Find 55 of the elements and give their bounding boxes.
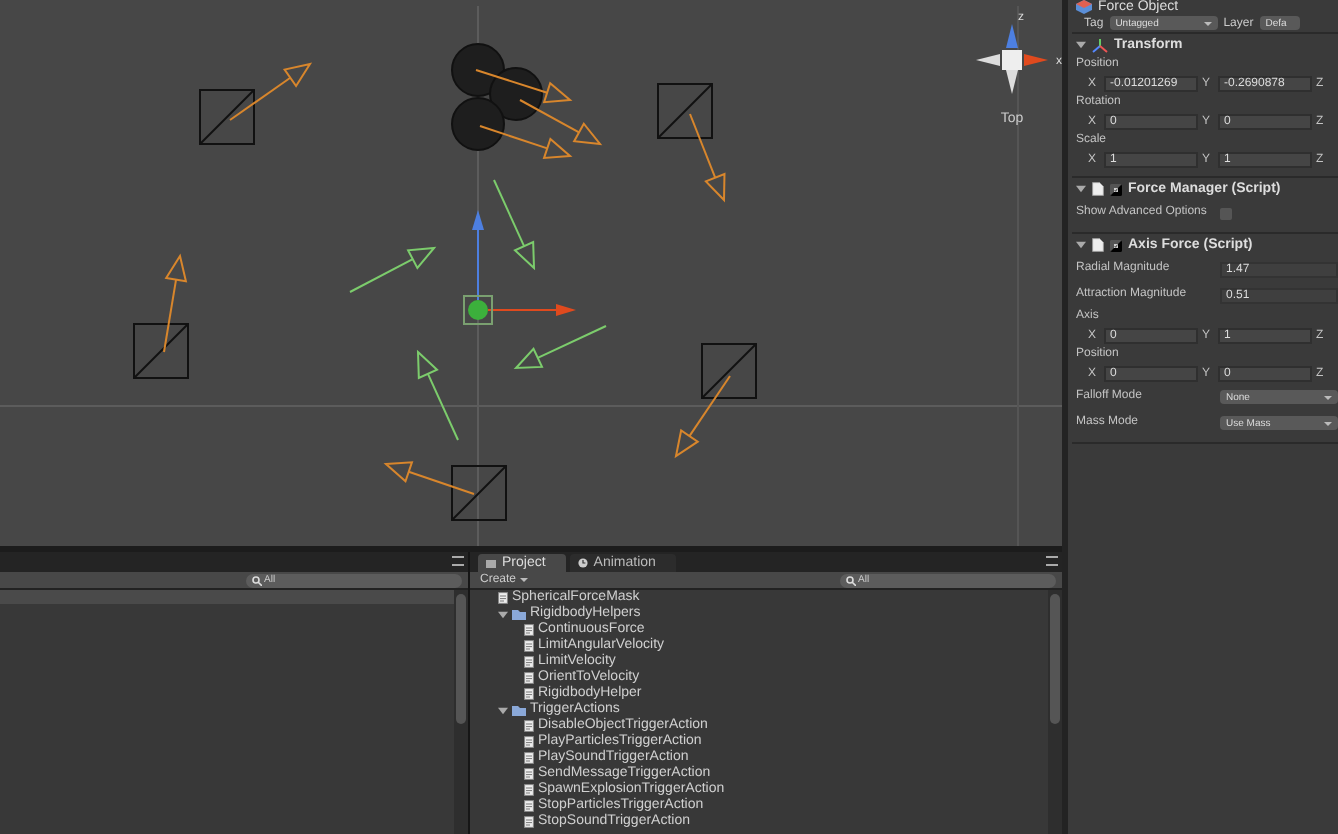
checkbox[interactable] <box>1220 207 1232 219</box>
search-icon <box>252 575 262 585</box>
force-arrow <box>416 349 459 441</box>
foldout-arrow-icon[interactable] <box>498 609 508 619</box>
cube-icon <box>1076 0 1092 14</box>
script-file-icon <box>524 816 534 828</box>
foldout-arrow-icon[interactable] <box>1076 184 1086 194</box>
sphere-cluster[interactable] <box>451 43 543 151</box>
search-icon <box>846 575 856 585</box>
force-arrow <box>493 179 536 271</box>
foldout-arrow-icon[interactable] <box>498 705 508 715</box>
script-file-icon <box>524 736 534 748</box>
wireframe-cube[interactable] <box>657 83 713 139</box>
axes-icon <box>1092 37 1108 53</box>
force-arrow <box>479 125 573 159</box>
script-file-icon <box>524 720 534 732</box>
force-arrow <box>689 113 726 203</box>
script-file-icon <box>524 672 534 684</box>
force-arrow <box>513 325 607 370</box>
foldout-arrow-icon[interactable] <box>1076 240 1086 250</box>
foldout-arrow-icon[interactable] <box>1076 40 1086 50</box>
script-file-icon <box>524 656 534 668</box>
script-file-icon <box>524 640 534 652</box>
wireframe-cube[interactable] <box>451 465 507 521</box>
force-arrow <box>519 99 603 146</box>
force-arrow <box>674 375 731 459</box>
panel-menu-icon[interactable] <box>1046 556 1058 566</box>
force-arrow <box>475 69 573 104</box>
enable-checkbox[interactable] <box>1110 239 1122 251</box>
wireframe-cube[interactable] <box>133 323 189 379</box>
script-file-icon <box>524 752 534 764</box>
scrollbar[interactable] <box>1048 590 1062 834</box>
script-file-icon <box>498 592 508 604</box>
page-icon <box>1092 182 1104 196</box>
folder-icon <box>512 705 526 715</box>
script-file-icon <box>524 624 534 636</box>
folder-icon <box>512 609 526 619</box>
page-icon <box>1092 238 1104 252</box>
move-gizmo[interactable] <box>463 210 576 325</box>
clock-icon <box>577 558 588 568</box>
wireframe-cube[interactable] <box>199 89 255 145</box>
force-arrow <box>349 246 437 293</box>
force-arrow <box>163 253 188 353</box>
enable-checkbox[interactable] <box>1110 183 1122 195</box>
force-arrow <box>383 461 475 495</box>
orientation-gizmo[interactable] <box>976 24 1048 94</box>
script-file-icon <box>524 784 534 796</box>
wireframe-cube[interactable] <box>701 343 757 399</box>
scrollbar[interactable] <box>454 590 468 834</box>
panel-menu-icon[interactable] <box>452 556 464 566</box>
script-file-icon <box>524 688 534 700</box>
script-file-icon <box>524 800 534 812</box>
script-file-icon <box>524 768 534 780</box>
folder-icon <box>486 558 496 568</box>
force-arrow <box>229 62 313 121</box>
